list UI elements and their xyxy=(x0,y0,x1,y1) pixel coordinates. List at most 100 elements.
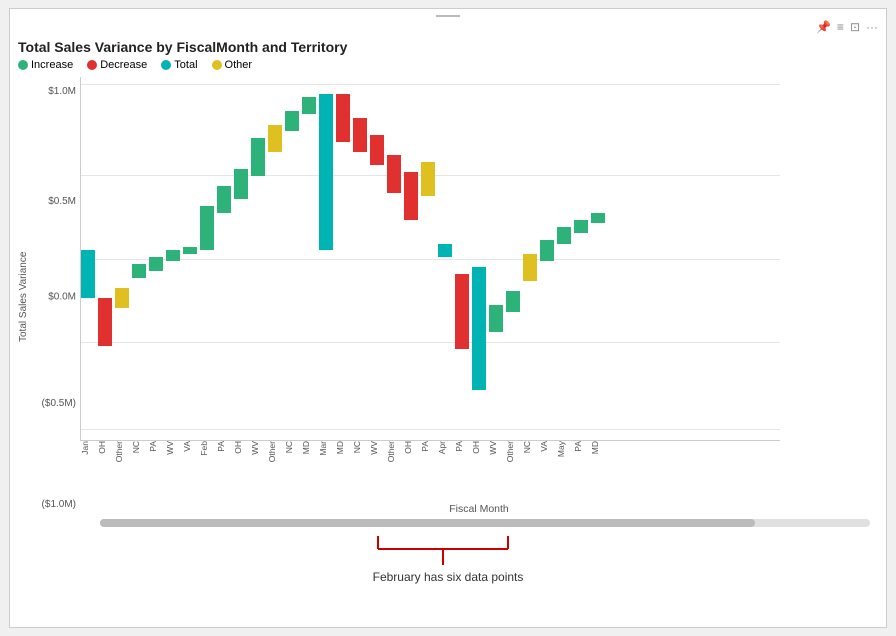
pin-icon[interactable]: 📌 xyxy=(816,20,831,34)
x-axis-title: Fiscal Month xyxy=(80,501,878,517)
bar[interactable] xyxy=(166,250,180,260)
annotation-text: February has six data points xyxy=(18,570,878,584)
menu-icon[interactable]: ≡ xyxy=(837,20,844,34)
y-tick-1m: $1.0M xyxy=(48,86,76,97)
x-label: MD xyxy=(335,441,352,454)
total-dot xyxy=(161,60,171,70)
x-label: PA xyxy=(216,441,233,452)
x-label: PA xyxy=(454,441,471,452)
x-label: OH xyxy=(97,441,114,454)
x-label: Other xyxy=(505,441,522,462)
x-label: WV xyxy=(488,441,505,455)
scrollbar-thumb[interactable] xyxy=(100,519,755,527)
x-label: Other xyxy=(386,441,403,462)
bar[interactable] xyxy=(472,267,486,389)
x-label: NC xyxy=(131,441,148,453)
other-dot xyxy=(212,60,222,70)
drag-handle xyxy=(436,15,460,17)
x-label: OH xyxy=(471,441,488,454)
y-tick-0m: $0.0M xyxy=(48,292,76,303)
y-axis-ticks: $1.0M $0.5M $0.0M ($0.5M) ($1.0M) xyxy=(36,77,80,517)
other-label: Other xyxy=(225,59,253,71)
y-axis-label: Total Sales Variance xyxy=(18,77,36,517)
x-label: Jan xyxy=(80,441,97,455)
bar[interactable] xyxy=(268,125,282,152)
bar[interactable] xyxy=(370,135,384,166)
gridline-5 xyxy=(81,429,780,430)
x-label: Other xyxy=(114,441,131,462)
bar[interactable] xyxy=(591,213,605,223)
bar[interactable] xyxy=(319,94,333,250)
bar[interactable] xyxy=(200,206,214,250)
y-tick-neg1m: ($1.0M) xyxy=(42,499,76,510)
x-label: PA xyxy=(573,441,590,452)
bar[interactable] xyxy=(98,298,112,346)
x-label: PA xyxy=(148,441,165,452)
x-label: Other xyxy=(267,441,284,462)
y-tick-neg05m: ($0.5M) xyxy=(42,398,76,409)
bar[interactable] xyxy=(353,118,367,152)
bar[interactable] xyxy=(557,227,571,244)
bar[interactable] xyxy=(489,305,503,332)
x-label: OH xyxy=(403,441,420,454)
x-label: NC xyxy=(352,441,369,453)
x-label: Feb xyxy=(199,441,216,456)
x-label: NC xyxy=(284,441,301,453)
x-label: Apr xyxy=(437,441,454,454)
bar[interactable] xyxy=(506,291,520,311)
bar[interactable] xyxy=(149,257,163,271)
bar[interactable] xyxy=(404,172,418,220)
bar[interactable] xyxy=(523,254,537,281)
bar[interactable] xyxy=(285,111,299,131)
x-axis: JanOHOtherNCPAWVVAFebPAOHWVOtherNCMDMarM… xyxy=(80,441,780,501)
x-label: PA xyxy=(420,441,437,452)
annotation-area: February has six data points xyxy=(18,531,878,584)
card-header: 📌 ≡ ⊡ ··· xyxy=(18,17,878,37)
decrease-label: Decrease xyxy=(100,59,147,71)
grid-bars xyxy=(80,77,780,441)
x-label: VA xyxy=(539,441,556,452)
x-label: VA xyxy=(182,441,199,452)
scrollbar[interactable] xyxy=(100,519,870,527)
legend-decrease: Decrease xyxy=(87,59,147,71)
scrollbar-container xyxy=(18,519,878,527)
x-axis-label: Fiscal Month xyxy=(449,503,509,515)
bar[interactable] xyxy=(574,220,588,234)
gridline-3 xyxy=(81,259,780,260)
expand-icon[interactable]: ⊡ xyxy=(850,20,860,34)
gridline-1 xyxy=(81,84,780,85)
x-label: WV xyxy=(165,441,182,455)
bar[interactable] xyxy=(438,244,452,258)
bar[interactable] xyxy=(251,138,265,175)
x-label: MD xyxy=(301,441,318,454)
bar[interactable] xyxy=(183,247,197,254)
x-label: OH xyxy=(233,441,250,454)
x-label: WV xyxy=(250,441,267,455)
chart-inner: JanOHOtherNCPAWVVAFebPAOHWVOtherNCMDMarM… xyxy=(80,77,878,517)
chart-area: Total Sales Variance $1.0M $0.5M $0.0M (… xyxy=(18,77,878,517)
bar[interactable] xyxy=(421,162,435,196)
bar[interactable] xyxy=(336,94,350,142)
more-icon[interactable]: ··· xyxy=(866,20,878,34)
legend-increase: Increase xyxy=(18,59,73,71)
bar[interactable] xyxy=(234,169,248,200)
bar[interactable] xyxy=(455,274,469,349)
x-label: May xyxy=(556,441,573,457)
bar[interactable] xyxy=(132,264,146,278)
bar[interactable] xyxy=(387,155,401,192)
bar[interactable] xyxy=(217,186,231,213)
chart-card: 📌 ≡ ⊡ ··· Total Sales Variance by Fiscal… xyxy=(9,8,887,628)
bar[interactable] xyxy=(81,250,95,298)
bar[interactable] xyxy=(540,240,554,260)
increase-label: Increase xyxy=(31,59,73,71)
x-label: MD xyxy=(590,441,607,454)
increase-dot xyxy=(18,60,28,70)
total-label: Total xyxy=(174,59,197,71)
chart-legend: Increase Decrease Total Other xyxy=(18,59,878,71)
header-icons: 📌 ≡ ⊡ ··· xyxy=(816,20,878,34)
x-label: WV xyxy=(369,441,386,455)
y-tick-05m: $0.5M xyxy=(48,196,76,207)
bar[interactable] xyxy=(115,288,129,308)
bar[interactable] xyxy=(302,97,316,114)
annotation-svg xyxy=(298,531,598,571)
